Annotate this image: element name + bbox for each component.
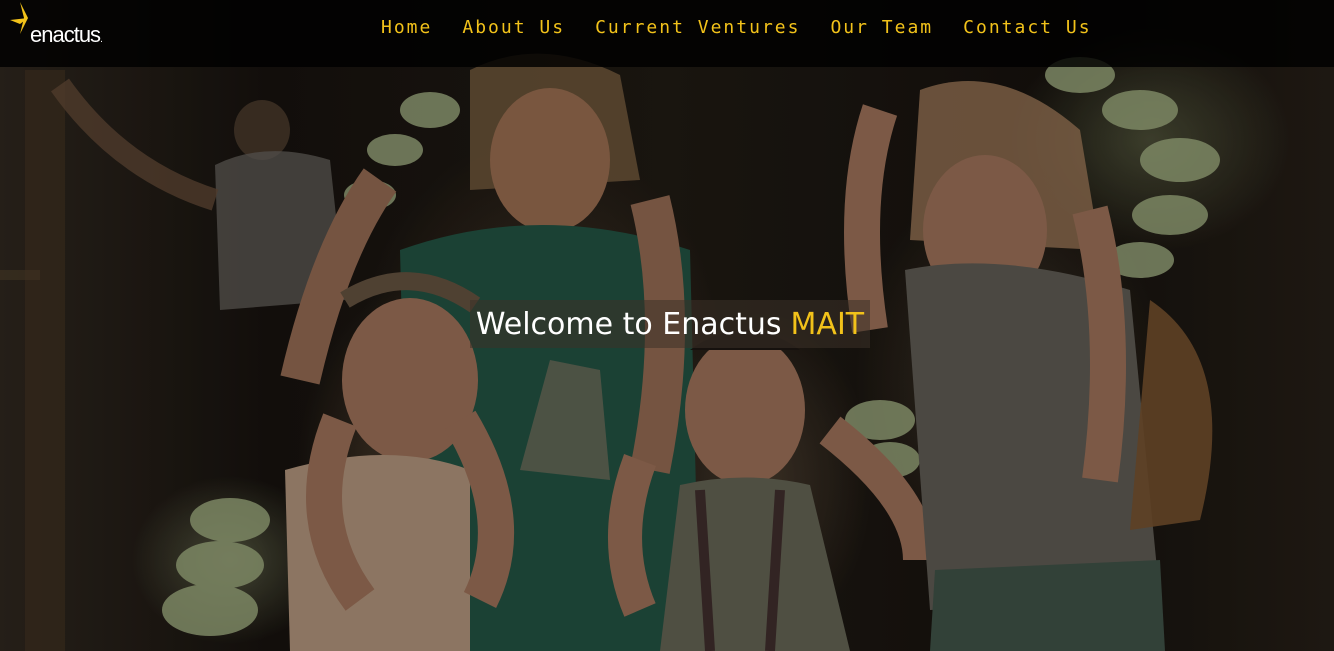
nav-contact-us[interactable]: Contact Us <box>948 17 1106 38</box>
nav-our-team[interactable]: Our Team <box>815 17 948 38</box>
top-navbar: enactus. Home About Us Current Ventures … <box>0 0 1334 67</box>
welcome-banner: Welcome to Enactus MAIT <box>470 300 870 348</box>
enactus-logo[interactable]: enactus. <box>10 2 120 52</box>
hero-section: enactus. Home About Us Current Ventures … <box>0 0 1334 651</box>
nav-home[interactable]: Home <box>366 17 447 38</box>
welcome-accent: MAIT <box>790 306 865 342</box>
logo-text: enactus. <box>30 22 103 47</box>
welcome-text: Welcome to Enactus <box>475 306 782 342</box>
nav-current-ventures[interactable]: Current Ventures <box>580 17 815 38</box>
main-nav: Home About Us Current Ventures Our Team … <box>366 17 1107 38</box>
nav-about-us[interactable]: About Us <box>447 17 580 38</box>
